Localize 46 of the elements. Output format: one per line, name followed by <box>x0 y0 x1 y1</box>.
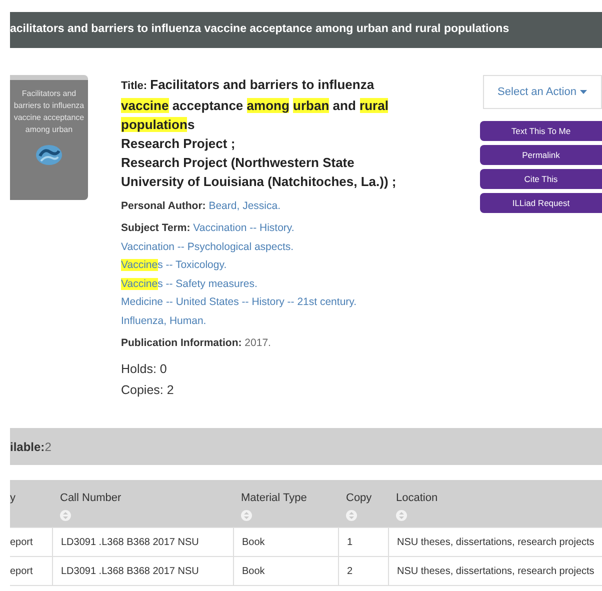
publication-label: Publication Information: <box>121 337 242 349</box>
table-cell-text: Book <box>242 536 265 550</box>
subject-link[interactable]: Vaccination -- History. <box>193 222 294 234</box>
copies-count: Copies: 2 <box>121 382 175 399</box>
record-title: Title: Facilitators and barriers to influenza vaccine acceptance among urban and rural populations <box>121 76 390 134</box>
availability-count: 2 <box>44 438 52 456</box>
title-bar: acilitators and barriers to influenza vaccine acceptance among urban and rural populations <box>10 12 602 48</box>
column-header[interactable]: Call Number <box>52 480 233 527</box>
select-action-dropdown[interactable]: Select an Action <box>483 75 602 109</box>
table-cell-text: LD3091 .L368 B368 2017 NSU <box>61 564 199 578</box>
subject-link[interactable]: Vaccines -- Safety measures. <box>121 278 258 290</box>
table-cell-text: NSU theses, dissertations, research projects <box>397 536 594 550</box>
sort-icon[interactable] <box>60 510 71 520</box>
series-statement: Research Project (Northwestern State University of Louisiana (Natchitoches, La.)) ; <box>121 154 398 191</box>
publication-year: 2017. <box>244 337 271 349</box>
sort-icon[interactable] <box>396 510 407 520</box>
cover-text: Facilitators and barriers to influenza vaccine acceptance among urban <box>12 88 86 136</box>
table-cell-text: 1 <box>347 536 353 550</box>
sort-icon[interactable] <box>346 510 357 520</box>
subject-link[interactable]: Influenza, Human. <box>121 314 206 326</box>
author-label: Personal Author: <box>121 200 206 212</box>
subject-link[interactable]: Vaccination -- Psychological aspects. <box>121 240 294 252</box>
subject-link[interactable]: Vaccines -- Toxicology. <box>121 259 227 271</box>
table-cell-text: eport <box>10 564 33 578</box>
table-cell-text: NSU theses, dissertations, research projects <box>397 564 594 578</box>
table-cell-text: Book <box>242 564 265 578</box>
availability-label: ilable: <box>10 438 45 456</box>
action-button[interactable]: Text This To Me <box>480 121 602 141</box>
action-button[interactable]: ILLiad Request <box>480 193 602 213</box>
holds-count: Holds: 0 <box>121 361 168 378</box>
cloud-logo-icon <box>34 142 64 166</box>
series-statement: Research Project ; <box>121 135 236 153</box>
action-button[interactable]: Cite This <box>480 169 602 189</box>
table-cell-text: 2 <box>347 564 353 578</box>
action-button[interactable]: Permalink <box>480 145 602 165</box>
table-cell-text: eport <box>10 536 33 550</box>
subject-label: Subject Term: <box>121 222 190 234</box>
subject-link[interactable]: Medicine -- United States -- History -- 21st century. <box>121 296 357 308</box>
caret-icon <box>580 90 588 94</box>
table-cell-text: LD3091 .L368 B368 2017 NSU <box>61 536 199 550</box>
author-link[interactable]: Beard, Jessica. <box>208 200 281 212</box>
column-header[interactable]: Material Type <box>233 480 338 527</box>
sort-icon[interactable] <box>241 510 252 520</box>
column-header[interactable]: Location <box>388 480 602 527</box>
column-header[interactable]: y <box>10 480 52 527</box>
column-header[interactable]: Copy <box>338 480 388 527</box>
